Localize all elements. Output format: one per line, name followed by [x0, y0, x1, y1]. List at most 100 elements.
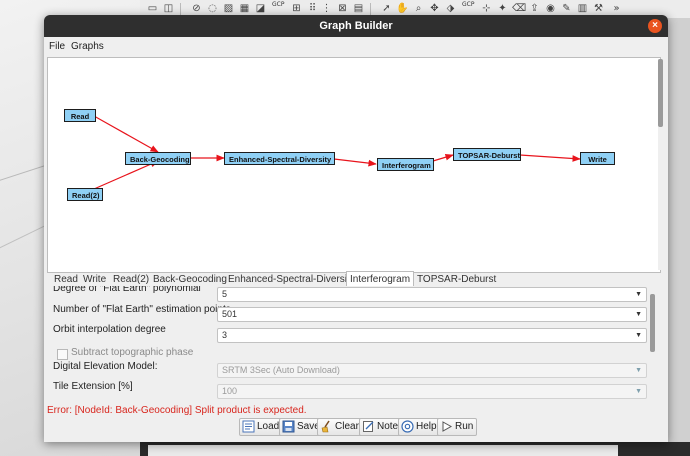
note-button-label: Note — [377, 421, 399, 432]
network-icon[interactable]: ⊠ — [336, 2, 349, 15]
save-icon — [282, 420, 295, 433]
clear-icon[interactable]: ⌫ — [512, 2, 526, 15]
button-bar: Load Save Clear Note Help Run — [44, 418, 668, 438]
graph-node-back-geocoding[interactable]: Back-Geocoding — [125, 152, 191, 165]
orbit-degree-select[interactable]: 3 ▼ — [217, 328, 647, 343]
menubar: File Graphs — [44, 37, 668, 56]
ruler-icon[interactable]: ⊹ — [480, 2, 493, 15]
background-statusbar-field — [148, 445, 618, 456]
graph-node-interferogram[interactable]: Interferogram — [377, 158, 434, 171]
orbit-degree-value: 3 — [222, 330, 228, 340]
note-button[interactable]: Note — [359, 418, 403, 436]
polygon-icon[interactable]: ▨ — [222, 2, 235, 15]
edit-icon[interactable]: ✎ — [560, 2, 573, 15]
interferogram-parameters-panel: Degree of "Flat Earth" polynomial 5 ▼ Nu… — [47, 286, 657, 404]
window-titlebar[interactable]: Graph Builder × — [44, 15, 668, 37]
cursor-icon[interactable]: ➚ — [380, 2, 393, 15]
gcp-tool-label[interactable]: GCP — [272, 1, 284, 8]
operator-tabs: Read Write Read(2) Back-Geocoding Enhanc… — [47, 270, 659, 287]
broom-icon — [321, 420, 330, 433]
flat-earth-polynomial-label: Degree of "Flat Earth" polynomial — [53, 286, 201, 294]
flat-earth-points-select[interactable]: 501 ▼ — [217, 307, 647, 322]
graph-node-write[interactable]: Write — [580, 152, 615, 165]
flat-earth-polynomial-select[interactable]: 5 ▼ — [217, 287, 647, 302]
menu-file[interactable]: File — [49, 41, 65, 52]
hand-icon[interactable]: ✋ — [396, 2, 409, 15]
tile-extension-select[interactable]: 100 ▼ — [217, 384, 647, 399]
tools-icon[interactable]: ⚒ — [592, 2, 605, 15]
flat-earth-points-value: 501 — [222, 309, 238, 319]
menu-graphs[interactable]: Graphs — [71, 41, 104, 52]
chevron-down-icon: ▼ — [635, 311, 642, 318]
tile-extension-label: Tile Extension [%] — [53, 381, 133, 392]
toolbar-separator — [370, 3, 371, 15]
gcp-tool-label-2[interactable]: GCP — [462, 1, 474, 8]
parameters-scrollbar[interactable] — [650, 294, 655, 352]
magic-wand-icon[interactable]: ✦ — [496, 2, 509, 15]
tab-topsar-deburst[interactable]: TOPSAR-Deburst — [414, 272, 499, 287]
export-icon[interactable]: ⇪ — [528, 2, 541, 15]
tab-write[interactable]: Write — [80, 272, 109, 287]
chevron-down-icon: ▼ — [635, 332, 642, 339]
subtract-topographic-phase-label: Subtract topographic phase — [71, 347, 194, 358]
graph-node-read2[interactable]: Read(2) — [67, 188, 103, 201]
flat-earth-points-label: Number of "Flat Earth" estimation points — [53, 304, 231, 315]
run-button[interactable]: Run — [437, 418, 478, 436]
chevron-right-icon[interactable]: » — [610, 2, 623, 15]
tab-back-geocoding[interactable]: Back-Geocoding — [150, 272, 230, 287]
canvas-scrollbar[interactable] — [658, 59, 663, 270]
folder-icon[interactable]: ▭ — [146, 2, 159, 15]
graph-node-topsar-deburst[interactable]: TOPSAR-Deburst — [453, 148, 521, 161]
clear-button[interactable]: Clear — [317, 418, 363, 436]
grid-icon[interactable]: ▦ — [238, 2, 251, 15]
edge-interferogram-deburst — [432, 153, 454, 162]
layers-icon[interactable]: ◫ — [162, 2, 175, 15]
subtract-topographic-phase-checkbox[interactable] — [57, 349, 68, 360]
dem-value: SRTM 3Sec (Auto Download) — [222, 365, 340, 375]
load-button-label: Load — [257, 421, 280, 432]
chevron-down-icon: ▼ — [635, 388, 642, 395]
error-message: Error: [NodeId: Back-Geocoding] Split pr… — [47, 405, 307, 416]
chevron-down-icon: ▼ — [635, 291, 642, 298]
tab-interferogram[interactable]: Interferogram — [346, 271, 415, 287]
zoom-icon[interactable]: ⌕ — [412, 2, 425, 15]
load-icon — [242, 420, 255, 433]
background-statusbar — [140, 442, 690, 456]
close-icon[interactable]: × — [648, 19, 662, 33]
note-icon — [363, 420, 374, 432]
run-button-label: Run — [455, 421, 474, 432]
play-icon — [442, 421, 453, 432]
graph-canvas[interactable]: Read Read(2) Back-Geocoding Enhanced-Spe… — [47, 57, 661, 273]
dots-icon[interactable]: ⠿ — [306, 2, 319, 15]
graph-icon[interactable]: ⊞ — [290, 2, 303, 15]
workflow-icon[interactable]: ⋮ — [320, 2, 333, 15]
background-panel — [668, 18, 690, 456]
pan-icon[interactable]: ✥ — [428, 2, 441, 15]
tab-enhanced-spectral-diversity[interactable]: Enhanced-Spectral-Diversity — [225, 272, 358, 287]
edge-read-backgeocoding — [93, 115, 159, 153]
toolbar-separator — [180, 3, 181, 15]
graph-node-read[interactable]: Read — [64, 109, 96, 122]
edge-esd-interferogram — [333, 158, 377, 167]
help-button-label: Help — [416, 421, 437, 432]
tab-read[interactable]: Read — [51, 272, 81, 287]
load-button[interactable]: Load — [239, 418, 284, 436]
chart-icon[interactable]: ▤ — [352, 2, 365, 15]
table-icon[interactable]: ▥ — [576, 2, 589, 15]
range-icon[interactable]: ◌ — [206, 2, 219, 15]
dem-select[interactable]: SRTM 3Sec (Auto Download) ▼ — [217, 363, 647, 378]
tile-extension-value: 100 — [222, 386, 238, 396]
flat-earth-polynomial-value: 5 — [222, 289, 228, 299]
tab-read2[interactable]: Read(2) — [110, 272, 152, 287]
color-icon[interactable]: ◉ — [544, 2, 557, 15]
select-icon[interactable]: ◪ — [254, 2, 267, 15]
pin-icon[interactable]: ⊘ — [190, 2, 203, 15]
graph-builder-dialog: Graph Builder × File Graphs Read Read(2)… — [44, 15, 668, 442]
help-button[interactable]: Help — [398, 418, 441, 436]
help-icon — [401, 420, 414, 433]
dem-label: Digital Elevation Model: — [53, 361, 158, 372]
window-title: Graph Builder — [319, 20, 393, 32]
tag-icon[interactable]: ⬗ — [444, 2, 457, 15]
graph-node-enhanced-spectral-diversity[interactable]: Enhanced-Spectral-Diversity — [224, 152, 335, 165]
canvas-scrollbar-thumb[interactable] — [658, 59, 663, 127]
